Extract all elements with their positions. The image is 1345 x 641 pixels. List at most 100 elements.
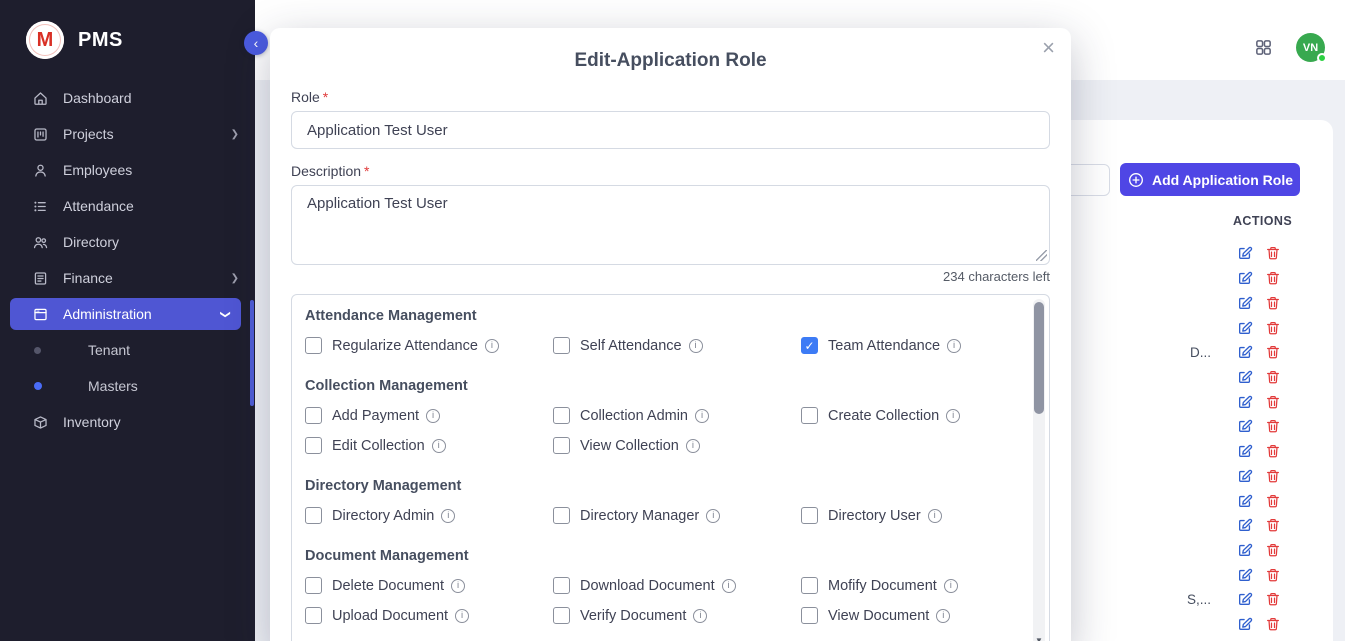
- edit-icon[interactable]: [1237, 369, 1253, 385]
- permission-item[interactable]: Directory Manageri: [553, 507, 801, 524]
- permission-item[interactable]: Collection Admini: [553, 407, 801, 424]
- scrollbar-thumb[interactable]: [1034, 302, 1044, 414]
- edit-icon[interactable]: [1237, 468, 1253, 484]
- checkbox-unchecked-icon[interactable]: [801, 407, 818, 424]
- checkbox-unchecked-icon[interactable]: [305, 577, 322, 594]
- info-icon[interactable]: i: [936, 609, 950, 623]
- sidebar-item-inventory[interactable]: Inventory: [0, 404, 255, 440]
- sidebar-item-projects[interactable]: Projects❯: [0, 116, 255, 152]
- delete-icon[interactable]: [1265, 468, 1281, 484]
- info-icon[interactable]: i: [426, 409, 440, 423]
- sidebar-item-dashboard[interactable]: Dashboard: [0, 80, 255, 116]
- edit-icon[interactable]: [1237, 616, 1253, 632]
- permission-item[interactable]: Upload Documenti: [305, 607, 553, 624]
- delete-icon[interactable]: [1265, 591, 1281, 607]
- edit-icon[interactable]: [1237, 270, 1253, 286]
- avatar[interactable]: VN: [1296, 33, 1325, 62]
- info-icon[interactable]: i: [722, 579, 736, 593]
- info-icon[interactable]: i: [928, 509, 942, 523]
- info-icon[interactable]: i: [432, 439, 446, 453]
- role-input[interactable]: [291, 111, 1050, 149]
- scrollbar[interactable]: ▼: [1033, 299, 1045, 641]
- delete-icon[interactable]: [1265, 344, 1281, 360]
- permission-item[interactable]: Directory Useri: [801, 507, 1015, 524]
- delete-icon[interactable]: [1265, 295, 1281, 311]
- info-icon[interactable]: i: [944, 579, 958, 593]
- permission-item[interactable]: Regularize Attendancei: [305, 337, 553, 354]
- description-textarea[interactable]: Application Test User: [291, 185, 1050, 265]
- sidebar-collapse-button[interactable]: ‹: [244, 31, 268, 55]
- checkbox-unchecked-icon[interactable]: [305, 437, 322, 454]
- resize-grip-icon[interactable]: [1036, 250, 1047, 261]
- info-icon[interactable]: i: [451, 579, 465, 593]
- delete-icon[interactable]: [1265, 394, 1281, 410]
- info-icon[interactable]: i: [686, 439, 700, 453]
- checkbox-unchecked-icon[interactable]: [305, 407, 322, 424]
- info-icon[interactable]: i: [695, 409, 709, 423]
- edit-icon[interactable]: [1237, 542, 1253, 558]
- sidebar-item-employees[interactable]: Employees: [0, 152, 255, 188]
- checkbox-unchecked-icon[interactable]: [801, 607, 818, 624]
- scroll-down-icon[interactable]: ▼: [1033, 636, 1045, 641]
- sidebar-subitem-masters[interactable]: Masters: [0, 368, 255, 404]
- edit-icon[interactable]: [1237, 344, 1253, 360]
- permission-item[interactable]: Delete Documenti: [305, 577, 553, 594]
- delete-icon[interactable]: [1265, 517, 1281, 533]
- checkbox-unchecked-icon[interactable]: [553, 507, 570, 524]
- edit-icon[interactable]: [1237, 517, 1253, 533]
- permission-item[interactable]: Download Documenti: [553, 577, 801, 594]
- sidebar-item-attendance[interactable]: Attendance: [0, 188, 255, 224]
- edit-icon[interactable]: [1237, 591, 1253, 607]
- permission-item[interactable]: Self Attendancei: [553, 337, 801, 354]
- checkbox-unchecked-icon[interactable]: [305, 607, 322, 624]
- checkbox-unchecked-icon[interactable]: [553, 437, 570, 454]
- checkbox-unchecked-icon[interactable]: [801, 507, 818, 524]
- checkbox-unchecked-icon[interactable]: [305, 507, 322, 524]
- permission-item[interactable]: Verify Documenti: [553, 607, 801, 624]
- permission-item[interactable]: Edit Collectioni: [305, 437, 553, 454]
- permission-item[interactable]: Directory Admini: [305, 507, 553, 524]
- edit-icon[interactable]: [1237, 418, 1253, 434]
- delete-icon[interactable]: [1265, 320, 1281, 336]
- permission-item[interactable]: Add Paymenti: [305, 407, 553, 424]
- checkbox-unchecked-icon[interactable]: [553, 407, 570, 424]
- permission-item[interactable]: ✓Team Attendancei: [801, 337, 1015, 354]
- info-icon[interactable]: i: [706, 509, 720, 523]
- sidebar-item-finance[interactable]: Finance❯: [0, 260, 255, 296]
- permission-item[interactable]: Mofify Documenti: [801, 577, 1015, 594]
- info-icon[interactable]: i: [441, 509, 455, 523]
- checkbox-checked-icon[interactable]: ✓: [801, 337, 818, 354]
- checkbox-unchecked-icon[interactable]: [553, 607, 570, 624]
- edit-icon[interactable]: [1237, 443, 1253, 459]
- delete-icon[interactable]: [1265, 616, 1281, 632]
- info-icon[interactable]: i: [946, 409, 960, 423]
- info-icon[interactable]: i: [485, 339, 499, 353]
- info-icon[interactable]: i: [693, 609, 707, 623]
- edit-icon[interactable]: [1237, 567, 1253, 583]
- checkbox-unchecked-icon[interactable]: [305, 337, 322, 354]
- edit-icon[interactable]: [1237, 295, 1253, 311]
- sidebar-subitem-tenant[interactable]: Tenant: [0, 332, 255, 368]
- checkbox-unchecked-icon[interactable]: [553, 337, 570, 354]
- sidebar-item-administration[interactable]: Administration❯: [10, 298, 241, 330]
- delete-icon[interactable]: [1265, 418, 1281, 434]
- delete-icon[interactable]: [1265, 369, 1281, 385]
- add-application-role-button[interactable]: Add Application Role: [1120, 163, 1300, 196]
- info-icon[interactable]: i: [455, 609, 469, 623]
- delete-icon[interactable]: [1265, 245, 1281, 261]
- delete-icon[interactable]: [1265, 443, 1281, 459]
- apps-grid-icon[interactable]: [1254, 38, 1273, 57]
- delete-icon[interactable]: [1265, 493, 1281, 509]
- info-icon[interactable]: i: [689, 339, 703, 353]
- edit-icon[interactable]: [1237, 320, 1253, 336]
- info-icon[interactable]: i: [947, 339, 961, 353]
- delete-icon[interactable]: [1265, 270, 1281, 286]
- permission-item[interactable]: Create Collectioni: [801, 407, 1015, 424]
- delete-icon[interactable]: [1265, 542, 1281, 558]
- delete-icon[interactable]: [1265, 567, 1281, 583]
- checkbox-unchecked-icon[interactable]: [801, 577, 818, 594]
- sidebar-scroll-thumb[interactable]: [250, 300, 254, 406]
- edit-icon[interactable]: [1237, 493, 1253, 509]
- checkbox-unchecked-icon[interactable]: [553, 577, 570, 594]
- sidebar-item-directory[interactable]: Directory: [0, 224, 255, 260]
